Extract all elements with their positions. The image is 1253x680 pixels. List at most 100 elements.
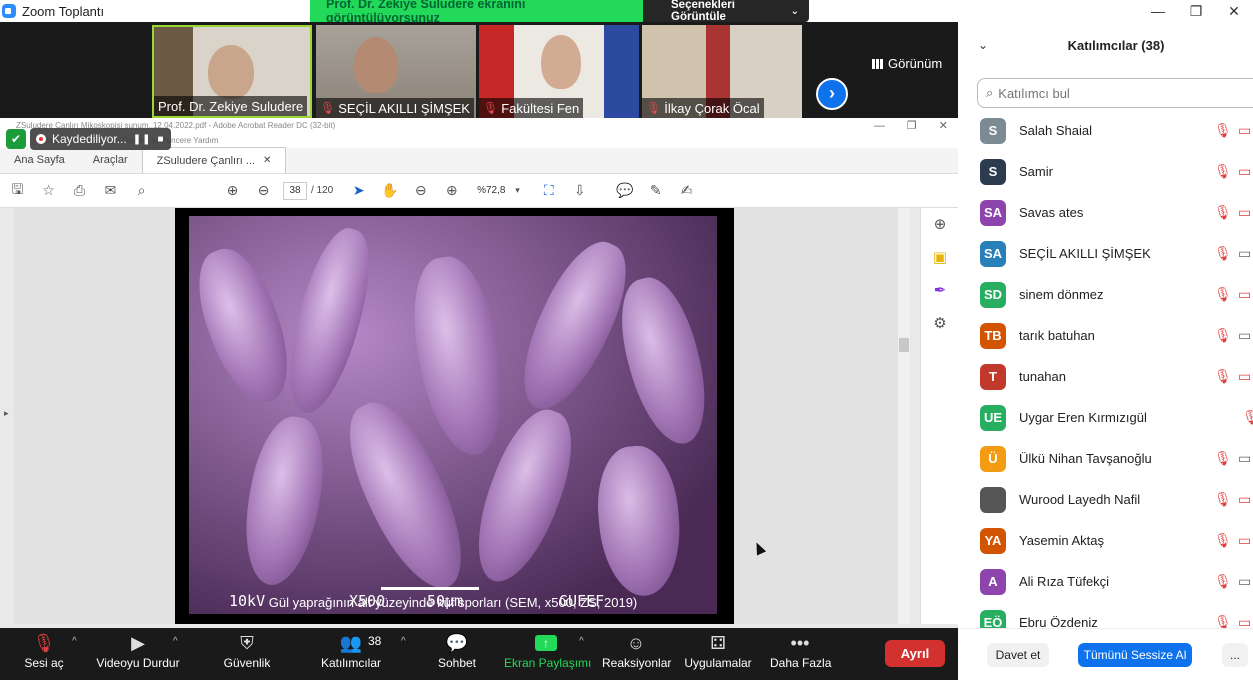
- close-tab-icon[interactable]: ✕: [263, 155, 271, 166]
- mic-muted-icon: 🎙: [483, 101, 499, 115]
- participant-row[interactable]: UE Uygar Eren Kırmızıgül 🎙: [958, 397, 1253, 438]
- participant-row[interactable]: SA Savas ates 🎙 ▭: [958, 192, 1253, 233]
- mute-all-button[interactable]: Tümünü Sessize Al: [1078, 643, 1192, 667]
- more-button[interactable]: ••• Daha Fazla: [770, 628, 832, 680]
- zoom-level-select[interactable]: %72,8: [467, 185, 515, 196]
- stop-video-label: Videoyu Durdur: [96, 656, 180, 670]
- enhance-scan-icon[interactable]: ⊕: [921, 208, 959, 241]
- participant-face: [208, 45, 254, 99]
- zoom-in-icon[interactable]: ⊕: [436, 182, 467, 199]
- participant-row[interactable]: EÖ Ebru Özdeniz 🎙 ▭: [958, 602, 1253, 628]
- select-cursor-icon[interactable]: ➤: [343, 182, 374, 199]
- bookmark-star-icon[interactable]: ☆: [33, 182, 64, 199]
- search-icon: ⌕: [986, 85, 994, 100]
- video-camera-icon: ▶: [131, 633, 145, 653]
- video-tile[interactable]: 🎙 Fakültesi Fen: [479, 25, 639, 118]
- chevron-up-icon[interactable]: ^: [401, 636, 406, 647]
- next-videos-button[interactable]: ›: [816, 78, 848, 110]
- highlight-pen-icon[interactable]: ✎: [640, 182, 671, 199]
- video-tile-label: Prof. Dr. Zekiye Suludere: [154, 96, 308, 116]
- participant-row[interactable]: YA Yasemin Aktaş 🎙 ▭: [958, 520, 1253, 561]
- page-up-icon[interactable]: ⊕: [217, 182, 248, 199]
- chevron-up-icon[interactable]: ^: [579, 636, 584, 647]
- chevron-down-icon[interactable]: ▾: [515, 185, 533, 196]
- fill-sign-icon[interactable]: ✒: [921, 274, 959, 307]
- hand-tool-icon[interactable]: ✋: [374, 182, 405, 199]
- avatar: YA: [980, 527, 1006, 554]
- search-zoom-icon[interactable]: ⌕: [126, 182, 157, 199]
- participant-name: Ebru Özdeniz: [1019, 615, 1098, 628]
- participant-row[interactable]: Ttunahan 🎙 ▭: [958, 356, 1253, 397]
- view-options-label: Seçenekleri Görüntüle: [671, 0, 735, 23]
- participant-row[interactable]: Wurood Layedh Nafil 🎙 ▭: [958, 479, 1253, 520]
- participant-row[interactable]: SD sinem dönmez 🎙 ▭: [958, 274, 1253, 315]
- mic-muted-icon: 🎙: [1214, 245, 1232, 261]
- acrobat-close-icon[interactable]: ✕: [939, 118, 948, 134]
- view-options-button[interactable]: Seçenekleri Görüntüle ⌄: [643, 0, 809, 23]
- print-icon[interactable]: ⎙: [64, 182, 95, 199]
- avatar: S: [980, 117, 1006, 144]
- page-number-input[interactable]: 38: [283, 181, 307, 200]
- participant-row[interactable]: SA SEÇİL AKILLI ŞİMŞEK 🎙 ▭: [958, 233, 1253, 274]
- participant-search[interactable]: ⌕: [977, 78, 1253, 108]
- maximize-icon[interactable]: ❐: [1177, 0, 1215, 22]
- more-label: Daha Fazla: [770, 656, 832, 670]
- scrollbar-thumb[interactable]: [899, 338, 909, 352]
- participant-name: Savas ates: [1019, 205, 1084, 220]
- video-tile[interactable]: 🎙 İlkay Çorak Öcal: [642, 25, 802, 118]
- scroll-mode-icon[interactable]: ⇩: [564, 182, 595, 199]
- acrobat-minimize-icon[interactable]: —: [874, 118, 885, 134]
- apps-button[interactable]: ⚃ Uygulamalar: [684, 628, 752, 680]
- chat-button[interactable]: 💬 Sohbet: [436, 628, 478, 680]
- zoom-out-icon[interactable]: ⊖: [405, 182, 436, 199]
- minimize-icon[interactable]: —: [1139, 0, 1177, 22]
- panel-more-button[interactable]: ...: [1222, 643, 1248, 667]
- avatar: A: [980, 568, 1006, 595]
- participant-name: Wurood Layedh Nafil: [1019, 492, 1141, 507]
- video-tile[interactable]: 🎙 SEÇİL AKILLI ŞİMŞEK: [316, 25, 476, 118]
- participant-row[interactable]: Ü Ülkü Nihan Tavşanoğlu 🎙 ▭: [958, 438, 1253, 479]
- fit-page-icon[interactable]: ⛶: [533, 182, 564, 199]
- security-label: Güvenlik: [223, 656, 271, 670]
- avatar: Ü: [980, 445, 1006, 472]
- participant-row[interactable]: S Salah Shaial 🎙 ▭: [958, 110, 1253, 151]
- participant-row[interactable]: S Samir 🎙 ▭: [958, 151, 1253, 192]
- search-input[interactable]: [998, 85, 1239, 101]
- stop-icon[interactable]: ■: [157, 134, 164, 145]
- panel-footer: Davet et Tümünü Sessize Al ...: [958, 628, 1253, 680]
- vertical-scrollbar[interactable]: [898, 208, 910, 624]
- email-icon[interactable]: ✉: [95, 182, 126, 199]
- mic-muted-icon: 🎙: [32, 633, 56, 653]
- avatar: SD: [980, 281, 1006, 308]
- page-down-icon[interactable]: ⊖: [248, 182, 279, 199]
- save-icon[interactable]: 🖫: [2, 179, 33, 203]
- pause-icon[interactable]: ❚❚: [133, 134, 152, 145]
- draw-sign-icon[interactable]: ✍: [671, 182, 702, 199]
- recording-indicator: ✔ Kaydediliyor... ❚❚ ■: [6, 127, 216, 151]
- unmute-button[interactable]: 🎙 Sesi aç: [22, 628, 66, 680]
- stop-video-button[interactable]: ▶ Videoyu Durdur: [96, 628, 180, 680]
- chevron-up-icon[interactable]: ^: [173, 636, 178, 647]
- reactions-button[interactable]: ☺ Reaksiyonlar: [602, 628, 671, 680]
- chevron-up-icon[interactable]: ^: [72, 636, 77, 647]
- title-bar: Zoom Toplantı Prof. Dr. Zekiye Suludere …: [0, 0, 1253, 25]
- acrobat-maximize-icon[interactable]: ❐: [907, 118, 917, 134]
- shared-screen: ZSuludere Çanlırı Mikoskopisi sunum..12.…: [0, 118, 958, 628]
- security-button[interactable]: ⛨ Güvenlik: [222, 628, 272, 680]
- close-icon[interactable]: ✕: [1215, 0, 1253, 22]
- share-screen-button[interactable]: ↑ Ekran Paylaşımı: [504, 628, 591, 680]
- comment-icon[interactable]: ▣: [921, 241, 959, 274]
- left-pane-toggle-icon[interactable]: ▸: [4, 408, 9, 419]
- comment-icon[interactable]: 💬: [609, 182, 640, 199]
- leave-button[interactable]: Ayrıl: [885, 640, 945, 667]
- view-button[interactable]: Görünüm: [872, 56, 942, 71]
- document-view[interactable]: ▸ 10kV X500 50μm GUFEF Gül yaprağının al…: [4, 208, 898, 624]
- invite-button[interactable]: Davet et: [987, 643, 1049, 667]
- video-camera-icon: ▭: [1238, 245, 1252, 261]
- more-tools-icon[interactable]: ⚙: [921, 307, 959, 340]
- mic-muted-icon: 🎙: [1214, 122, 1232, 138]
- participant-row[interactable]: A Ali Rıza Tüfekçi 🎙 ▭: [958, 561, 1253, 602]
- participant-row[interactable]: TB tarık batuhan 🎙 ▭: [958, 315, 1253, 356]
- video-tile[interactable]: Prof. Dr. Zekiye Suludere: [152, 25, 312, 118]
- chat-label: Sohbet: [437, 656, 477, 670]
